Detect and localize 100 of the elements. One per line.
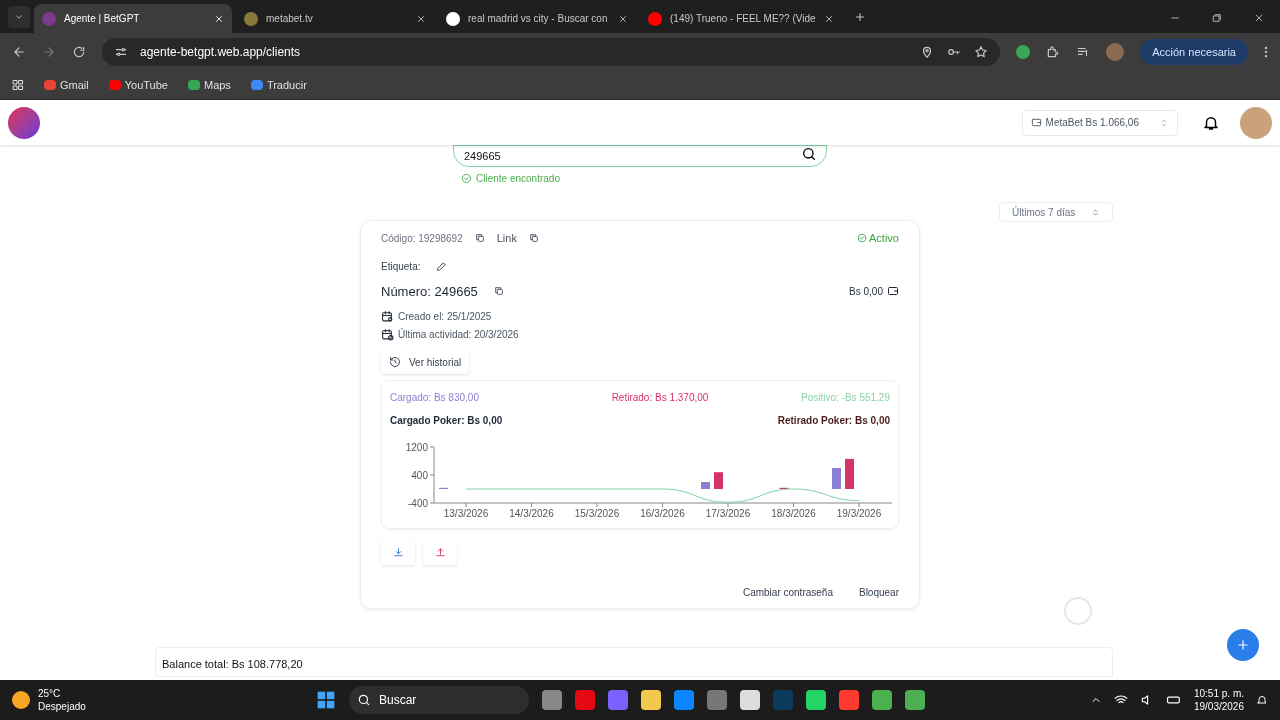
address-bar[interactable]: agente-betgpt.web.app/clients <box>102 38 1001 66</box>
calendar-clock-icon <box>381 328 394 341</box>
close-icon[interactable] <box>214 13 224 24</box>
last-activity-date: Última actividad: 20/3/2026 <box>398 327 519 342</box>
url-text: agente-betgpt.web.app/clients <box>140 44 302 61</box>
check-circle-icon <box>461 173 472 184</box>
browser-tab[interactable]: Agente | BetGPT <box>34 4 232 33</box>
x-tick-label: 17/3/2026 <box>705 508 751 518</box>
action-link[interactable]: Cambiar contraseña <box>742 585 833 600</box>
copy-icon[interactable] <box>474 233 485 244</box>
app-icon[interactable] <box>905 690 925 710</box>
legend-item: Positivo: -Bs 551,29 <box>801 391 890 405</box>
edit-icon[interactable] <box>436 260 448 272</box>
add-button[interactable] <box>1227 629 1259 661</box>
y-axis <box>429 446 435 504</box>
copy-icon[interactable] <box>493 286 504 297</box>
tab-title: (149) Trueno - FEEL ME?? (Vide <box>670 12 816 26</box>
windows-logo-icon[interactable] <box>316 690 336 710</box>
new-tab-icon[interactable] <box>853 11 866 23</box>
history-button[interactable]: Ver historial <box>381 350 470 374</box>
bookmark-link[interactable]: Gmail <box>44 76 89 94</box>
app-icon[interactable] <box>608 690 628 710</box>
close-icon[interactable] <box>416 13 426 24</box>
app-icon[interactable] <box>872 690 892 710</box>
close-icon[interactable] <box>1254 13 1264 23</box>
app-icon[interactable] <box>542 690 562 710</box>
back-arrow-icon[interactable] <box>12 45 26 59</box>
search-icon <box>357 693 371 707</box>
link[interactable]: Link <box>496 230 517 247</box>
weather-temperature: 25°C <box>38 687 62 700</box>
restore-icon[interactable] <box>1212 13 1222 23</box>
action-link[interactable]: Bloquear <box>858 585 899 600</box>
app-icon[interactable] <box>806 690 826 710</box>
battery-icon[interactable] <box>1165 693 1182 707</box>
browser-tab[interactable]: metabet.tv <box>236 4 434 33</box>
profile-button[interactable]: Acción necesaria <box>1140 39 1248 65</box>
bookmark-favicon-icon <box>108 80 121 90</box>
check-circle-icon <box>857 233 868 244</box>
app-icon[interactable] <box>740 690 760 710</box>
wallet-icon <box>887 285 899 298</box>
bookmark-favicon-icon <box>44 80 56 90</box>
tab-title: real madrid vs city - Buscar con <box>468 12 609 26</box>
weather-condition: Despejado <box>38 700 86 713</box>
summary-value: Retirado Poker: Bs 0,00 <box>777 414 890 428</box>
x-tick-label: 16/3/2026 <box>640 508 685 518</box>
taskbar-search[interactable]: Buscar <box>349 686 529 714</box>
bookmark-favicon-icon <box>250 80 263 90</box>
bookmark-link[interactable]: Traducir <box>250 76 307 94</box>
client-number: Número: 249665 <box>381 282 478 301</box>
chevron-updown-icon <box>1091 207 1100 217</box>
app-icon[interactable] <box>575 690 595 710</box>
app-icon[interactable] <box>839 690 859 710</box>
active-status-text: Activo <box>869 231 899 246</box>
more-options-icon[interactable] <box>1264 45 1268 59</box>
favicon-icon <box>648 11 662 26</box>
search-icon[interactable] <box>801 146 817 162</box>
favicon-icon <box>244 11 258 26</box>
loading-spinner <box>1064 597 1092 625</box>
tab-title: Agente | BetGPT <box>64 12 141 26</box>
legend-item: Retirado: Bs 1.370,00 <box>611 391 709 405</box>
upload-icon <box>434 546 446 558</box>
created-date: Creado el: 25/1/2025 <box>398 310 492 324</box>
clock-time: 10:51 p. m. <box>1193 687 1244 700</box>
bookmark-link[interactable]: Maps <box>187 76 231 94</box>
star-icon[interactable] <box>974 45 989 59</box>
chevron-down-icon <box>14 12 24 22</box>
y-tick-label: 1200 <box>405 441 428 453</box>
app-icon[interactable] <box>707 690 727 710</box>
bar <box>845 458 854 489</box>
browser-tab[interactable]: (149) Trueno - FEEL ME?? (Vide <box>640 4 842 33</box>
search-field[interactable]: 249665 <box>453 145 827 167</box>
copy-icon[interactable] <box>528 233 539 244</box>
client-balance: Bs 0,00 <box>849 284 883 299</box>
label-text: Etiqueta: <box>381 259 421 274</box>
close-icon[interactable] <box>823 13 834 24</box>
app-icon[interactable] <box>674 690 694 710</box>
wallet-select[interactable]: MetaBet Bs 1.066,06 <box>1021 109 1178 136</box>
period-select[interactable]: Últimos 7 días <box>999 202 1113 222</box>
forward-arrow-icon[interactable] <box>42 45 56 59</box>
site-settings-icon[interactable] <box>114 45 128 59</box>
puzzle-icon[interactable] <box>1046 45 1061 59</box>
reload-icon[interactable] <box>72 45 86 59</box>
browser-tab[interactable]: real madrid vs city - Buscar con <box>438 4 636 33</box>
apps-grid-icon[interactable] <box>12 79 24 91</box>
status-message: Cliente encontrado <box>476 172 560 186</box>
summary-value: Cargado Poker: Bs 0,00 <box>390 414 503 428</box>
x-tick-label: 15/3/2026 <box>574 508 620 518</box>
app-icon[interactable] <box>641 690 661 710</box>
plus-icon <box>1236 638 1250 652</box>
favicon-icon <box>42 11 56 26</box>
download-icon <box>392 546 404 558</box>
bell-icon[interactable] <box>1256 694 1268 706</box>
bookmark-link[interactable]: YouTube <box>108 76 168 94</box>
logo-avatar <box>8 106 40 139</box>
bar <box>701 482 710 489</box>
client-code: Código: 19298692 <box>381 231 463 246</box>
y-tick-label: 400 <box>411 469 428 481</box>
total-balance: Balance total: Bs 108.778,20 <box>162 658 303 670</box>
y-tick-label: -400 <box>408 497 428 509</box>
close-icon[interactable] <box>618 13 628 24</box>
